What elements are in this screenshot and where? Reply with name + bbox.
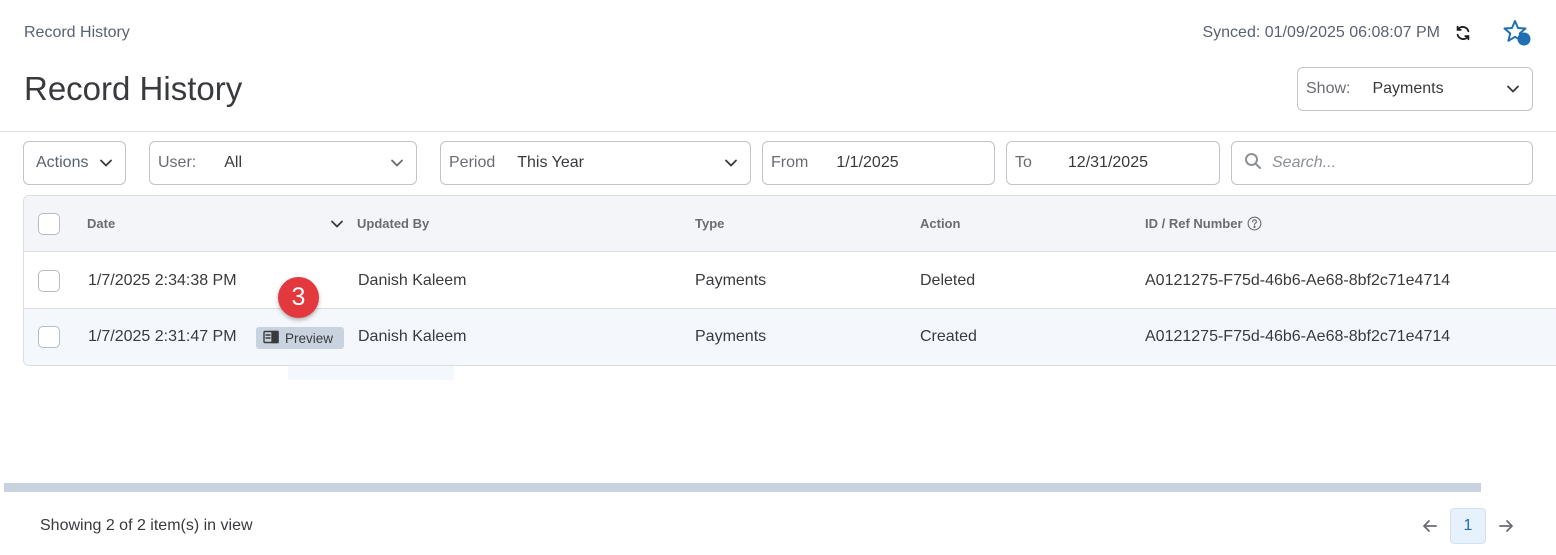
cell-updated-by: Danish Kaleem [358, 328, 467, 345]
cell-date: 1/7/2025 2:34:38 PM [88, 271, 237, 289]
search-placeholder: Search... [1272, 154, 1337, 171]
column-header-date[interactable]: Date [87, 196, 115, 251]
star-icon[interactable] [1502, 18, 1532, 48]
cell-ref: A0121275-F75d-46b6-Ae68-8bf2c71e4714 [1145, 271, 1451, 289]
row-hover-extension [288, 366, 454, 380]
sort-chevron-icon[interactable] [330, 217, 344, 231]
search-input[interactable]: Search... [1231, 141, 1533, 185]
from-value: 1/1/2025 [836, 154, 899, 171]
cell-type: Payments [695, 328, 767, 345]
cell-action: Created [920, 328, 977, 345]
chevron-down-icon [1506, 82, 1520, 96]
page-number[interactable]: 1 [1450, 508, 1486, 544]
chevron-down-icon [390, 156, 404, 170]
cell-action: Deleted [920, 271, 976, 289]
sync-status: Synced: 01/09/2025 06:08:07 PM [1202, 24, 1472, 42]
period-value: This Year [517, 154, 584, 171]
preview-label: Preview [285, 330, 334, 346]
column-header-updated-by[interactable]: Updated By [357, 196, 429, 251]
user-label: User: [158, 154, 197, 171]
header-divider [0, 131, 1556, 132]
select-all-checkbox[interactable] [38, 213, 60, 235]
column-header-ref-label: ID / Ref Number [1145, 216, 1243, 231]
user-filter[interactable]: User: All [149, 141, 417, 185]
period-filter[interactable]: Period This Year [440, 141, 751, 185]
column-header-action[interactable]: Action [920, 196, 960, 251]
synced-text: Synced: 01/09/2025 06:08:07 PM [1202, 24, 1440, 41]
cell-type: Payments [695, 271, 767, 289]
chevron-down-icon [99, 156, 113, 170]
from-date-field[interactable]: From 1/1/2025 [762, 141, 995, 185]
preview-button[interactable]: Preview [256, 327, 344, 349]
to-date-field[interactable]: To 12/31/2025 [1006, 141, 1220, 185]
column-header-ref[interactable]: ID / Ref Number [1145, 196, 1262, 251]
actions-label: Actions [36, 154, 89, 171]
actions-dropdown[interactable]: Actions [23, 141, 126, 185]
table-row[interactable]: 1/7/2025 2:31:47 PM Preview Danish Kalee… [24, 309, 1556, 365]
preview-panel-icon [263, 330, 279, 347]
cell-updated-by: Danish Kaleem [358, 271, 467, 289]
row-checkbox[interactable] [38, 270, 60, 292]
chevron-down-icon [724, 156, 738, 170]
sync-icon[interactable] [1454, 24, 1472, 42]
item-count: Showing 2 of 2 item(s) in view [40, 517, 253, 534]
arrow-right-icon[interactable] [1496, 516, 1516, 536]
show-label: Show: [1306, 80, 1351, 97]
from-label: From [771, 154, 809, 171]
breadcrumb[interactable]: Record History [24, 24, 130, 42]
table-row[interactable]: 1/7/2025 2:34:38 PM Danish Kaleem Paymen… [24, 253, 1556, 309]
to-value: 12/31/2025 [1067, 154, 1148, 171]
row-checkbox[interactable] [38, 326, 60, 348]
table-header: Date Updated By Type Action ID / Ref Num… [24, 196, 1556, 252]
to-label: To [1015, 154, 1032, 171]
horizontal-scrollbar[interactable] [4, 483, 1481, 492]
show-select[interactable]: Show: Payments [1297, 67, 1533, 111]
user-value: All [224, 154, 243, 171]
cell-date: 1/7/2025 2:31:47 PM [88, 328, 237, 345]
arrow-left-icon[interactable] [1420, 516, 1440, 536]
pagination: 1 [1420, 508, 1516, 544]
cell-ref: A0121275-F75d-46b6-Ae68-8bf2c71e4714 [1145, 328, 1451, 345]
step-badge: 3 [278, 277, 319, 318]
period-label: Period [449, 154, 496, 171]
column-header-type[interactable]: Type [695, 196, 724, 251]
record-history-table: Date Updated By Type Action ID / Ref Num… [23, 195, 1556, 366]
help-icon[interactable] [1247, 216, 1262, 231]
page-title: Record History [24, 70, 243, 107]
search-icon [1244, 152, 1262, 175]
show-value: Payments [1372, 80, 1444, 97]
